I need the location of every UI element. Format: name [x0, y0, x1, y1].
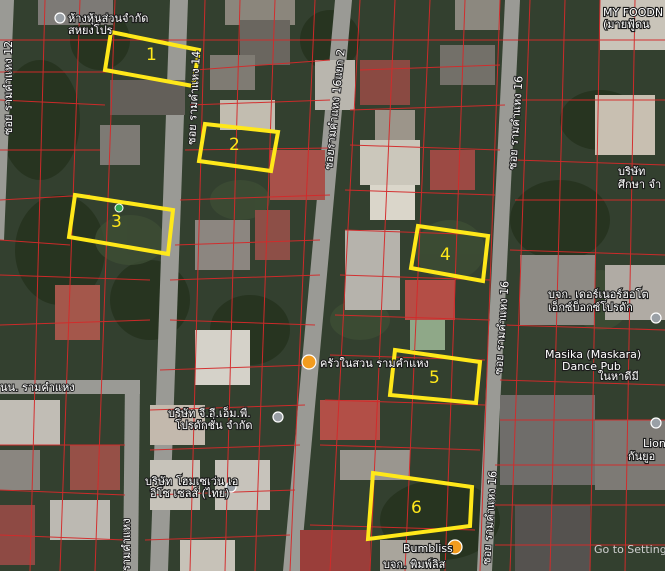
place-label: Bumbliss: [403, 542, 453, 555]
green-pin-icon: [114, 203, 124, 213]
parcel-number: 4: [440, 245, 451, 265]
map-canvas: ห้างหุ้นส่วนจำกัด สหยงโปร MY FOODN (มายฟ…: [0, 0, 665, 571]
place-label: เอ็กซ์บ็อกซ์โปรดัก: [548, 300, 633, 314]
parcel-number: 1: [146, 45, 157, 65]
road-label: ซอย รามคำแหง 12: [2, 41, 15, 135]
place-label: (มายฟู้ดน: [603, 18, 650, 31]
place-label: อิโซ เซลส์ (ไทย): [150, 486, 230, 500]
place-label: ในหาดีมี: [598, 370, 639, 383]
restaurant-pin-icon: [301, 354, 317, 370]
road-label: นน. รามคำแหง: [0, 381, 75, 394]
place-label: บริษัท โฮมเซเว่น เอ: [145, 474, 238, 488]
place-label: ครัวในสวน รามคำแหง: [320, 357, 429, 370]
place-pin-icon: [650, 312, 662, 324]
parcel-number: 5: [429, 368, 440, 388]
parcel-number: 2: [229, 135, 240, 155]
place-label: กันยูอ: [628, 450, 655, 463]
parcel-number: 3: [111, 212, 122, 232]
place-label: บจก. พิมพ์ลิส: [383, 558, 446, 571]
place-label: บริษัท: [618, 165, 645, 178]
place-label: บจก. เดอร์เนอร์ฮอโต: [548, 287, 649, 301]
road-label: รามคำแหง: [120, 518, 133, 571]
parcel-number: 6: [411, 498, 422, 518]
place-label: โปรดักชั่น จำกัด: [175, 417, 253, 432]
place-pin-icon: [650, 417, 662, 429]
place-label: ศึกษา จำ: [618, 178, 661, 191]
place-label: บริษัท จี.อี.เอ็ม.พี.: [168, 406, 251, 420]
place-pin-icon: [54, 12, 66, 24]
place-label: สหยงโปร: [68, 23, 113, 37]
place-pin-icon: [272, 411, 284, 423]
settings-hint: Go to Settings: [594, 543, 665, 556]
satellite-map[interactable]: ห้างหุ้นส่วนจำกัด สหยงโปร MY FOODN (มายฟ…: [0, 0, 665, 571]
place-label: Lion: [643, 437, 665, 450]
